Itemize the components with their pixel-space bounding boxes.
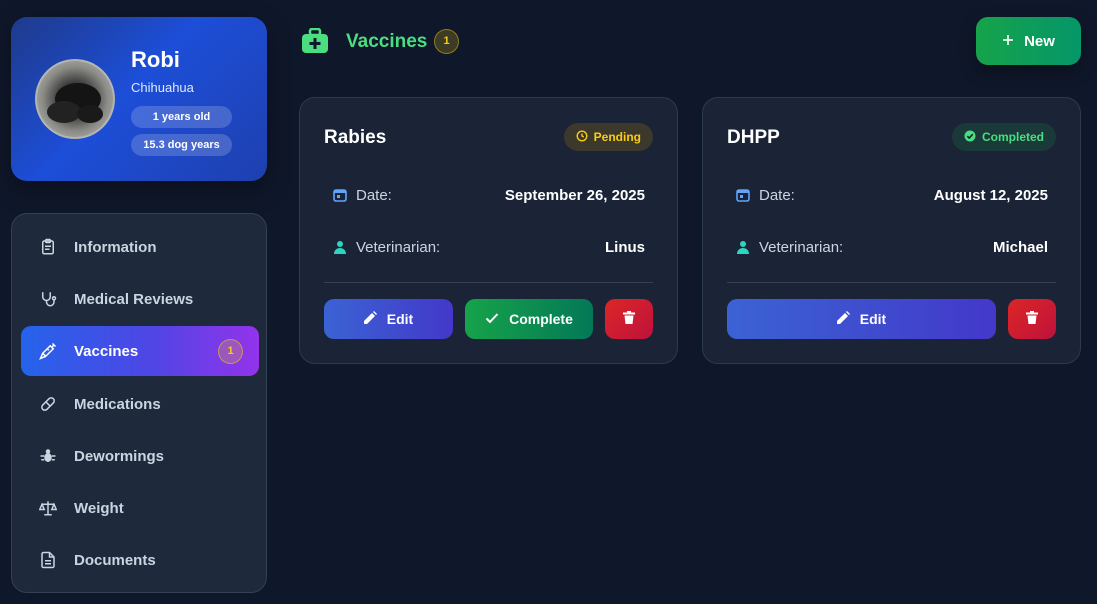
app-root: Robi Chihuahua 1 years old 15.3 dog year… [0,0,1097,604]
pencil-icon [363,311,377,327]
sidebar-item-documents[interactable]: Documents [21,535,259,585]
vaccine-vet-row: Veterinarian: Linus [324,237,645,257]
calendar-icon [735,187,751,203]
document-icon [38,550,58,570]
vaccine-card: DHPP Completed Date: August 12, 2025 Vet… [702,97,1081,364]
date-label: Date: [759,186,795,204]
pet-profile-card: Robi Chihuahua 1 years old 15.3 dog year… [11,17,267,181]
sidebar-item-label: Vaccines [74,342,139,360]
sidebar-item-dewormings[interactable]: Dewormings [21,431,259,481]
pet-dog-years-badge: 15.3 dog years [131,134,232,156]
pet-avatar [35,59,115,139]
veterinarian-value: Michael [992,238,1048,256]
vaccine-name: DHPP [727,127,780,148]
calendar-icon [332,187,348,203]
new-vaccine-button[interactable]: New [976,17,1081,65]
edit-button[interactable]: Edit [324,299,453,339]
sidebar-item-label: Medical Reviews [74,290,194,308]
divider [727,282,1056,283]
status-label: Pending [593,130,641,144]
vaccine-date-row: Date: August 12, 2025 [727,185,1048,205]
bug-icon [38,446,58,466]
new-button-label: New [1024,32,1055,50]
status-label: Completed [981,130,1044,144]
pill-icon [38,394,58,414]
pet-name: Robi [131,47,180,72]
syringe-icon [38,341,58,361]
clock-icon [576,129,588,145]
vaccine-date-row: Date: September 26, 2025 [324,185,645,205]
sidebar-item-medical-reviews[interactable]: Medical Reviews [21,274,259,324]
sidebar-item-label: Medications [74,395,161,413]
veterinarian-label: Veterinarian: [759,238,844,256]
veterinarian-value: Linus [605,238,645,256]
pet-age-badge: 1 years old [131,106,232,128]
sidebar-nav: Information Medical Reviews Vaccines 1 M… [11,213,267,593]
edit-button[interactable]: Edit [727,299,996,339]
status-badge: Completed [951,123,1056,151]
scale-icon [38,498,58,518]
medical-kit-icon [301,27,329,54]
sidebar-item-label: Dewormings [74,447,165,465]
delete-button[interactable] [1008,299,1056,339]
pet-breed: Chihuahua [131,80,194,95]
complete-label: Complete [509,311,573,327]
trash-icon [1026,311,1038,327]
divider [324,282,653,283]
vaccine-count-badge: 1 [434,29,459,54]
stethoscope-icon [38,289,58,309]
sidebar-item-vaccines[interactable]: Vaccines 1 [21,326,259,376]
clipboard-icon [38,237,58,257]
page-title: Vaccines [346,31,428,52]
check-circle-icon [964,130,976,145]
delete-button[interactable] [605,299,653,339]
doctor-icon [332,239,348,255]
sidebar-item-label: Information [74,238,157,256]
sidebar-item-weight[interactable]: Weight [21,483,259,533]
check-icon [485,311,499,327]
vaccine-name: Rabies [324,127,387,148]
edit-label: Edit [386,311,414,327]
pencil-icon [836,311,850,327]
vaccine-vet-row: Veterinarian: Michael [727,237,1048,257]
date-value: August 12, 2025 [933,186,1048,204]
veterinarian-label: Veterinarian: [356,238,441,256]
vaccines-count-badge: 1 [218,339,243,364]
vaccine-card: Rabies Pending Date: September 26, 2025 … [299,97,678,364]
doctor-icon [735,239,751,255]
edit-label: Edit [859,311,887,327]
sidebar-item-medications[interactable]: Medications [21,379,259,429]
date-label: Date: [356,186,392,204]
sidebar-item-label: Weight [74,499,124,517]
sidebar-item-information[interactable]: Information [21,222,259,272]
sidebar-item-label: Documents [74,551,156,569]
trash-icon [623,311,635,327]
complete-button[interactable]: Complete [465,299,593,339]
status-badge: Pending [563,123,653,151]
date-value: September 26, 2025 [504,186,645,204]
plus-icon [1002,33,1014,50]
